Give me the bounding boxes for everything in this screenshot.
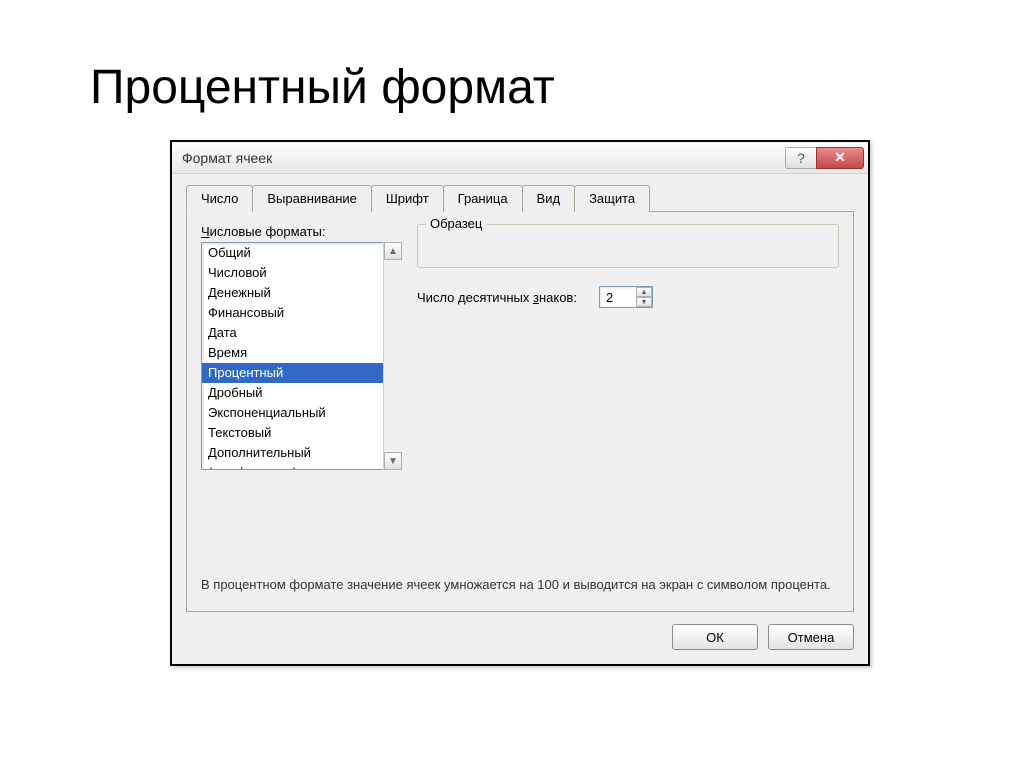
list-item[interactable]: Экспоненциальный <box>202 403 400 423</box>
dialog-buttons: ОК Отмена <box>186 624 854 650</box>
decimal-places-row: Число десятичных знаков: ▲ ▼ <box>417 286 839 308</box>
tab-border[interactable]: Граница <box>443 185 523 212</box>
decimal-places-label: Число десятичных знаков: <box>417 290 577 305</box>
help-button[interactable]: ? <box>785 147 817 169</box>
tab-font[interactable]: Шрифт <box>371 185 444 212</box>
close-icon: ✕ <box>834 149 846 166</box>
tab-content: Числовые форматы: ОбщийЧисловойДенежныйФ… <box>186 212 854 612</box>
left-panel: Числовые форматы: ОбщийЧисловойДенежныйФ… <box>201 224 401 470</box>
dialog-title: Формат ячеек <box>182 150 272 166</box>
list-item[interactable]: Дробный <box>202 383 400 403</box>
tab-protection[interactable]: Защита <box>574 185 650 212</box>
tab-alignment[interactable]: Выравнивание <box>252 185 371 212</box>
titlebar-buttons: ? ✕ <box>785 147 864 169</box>
dialog-body: Число Выравнивание Шрифт Граница Вид Защ… <box>172 174 868 664</box>
list-item[interactable]: Финансовый <box>202 303 400 323</box>
list-item[interactable]: Время <box>202 343 400 363</box>
decimal-places-spinner[interactable]: ▲ ▼ <box>599 286 653 308</box>
sample-label: Образец <box>426 216 486 231</box>
list-item[interactable]: Процентный <box>202 363 400 383</box>
decimal-places-input[interactable] <box>600 288 636 307</box>
category-listbox[interactable]: ОбщийЧисловойДенежныйФинансовыйДатаВремя… <box>201 242 401 470</box>
scroll-down-button[interactable]: ▼ <box>384 452 402 470</box>
right-panel: Образец Число десятичных знаков: ▲ ▼ <box>417 224 839 470</box>
list-item[interactable]: Текстовый <box>202 423 400 443</box>
spinner-down-button[interactable]: ▼ <box>636 297 652 307</box>
list-item[interactable]: Денежный <box>202 283 400 303</box>
scrollbar[interactable]: ▲ ▼ <box>383 242 401 470</box>
slide-title: Процентный формат <box>90 60 555 115</box>
scroll-up-button[interactable]: ▲ <box>384 242 402 260</box>
tabs: Число Выравнивание Шрифт Граница Вид Защ… <box>186 184 854 212</box>
list-item[interactable]: Общий <box>202 243 400 263</box>
category-label: Числовые форматы: <box>201 224 401 239</box>
list-item[interactable]: Дата <box>202 323 400 343</box>
dialog-window: Формат ячеек ? ✕ Число Выравнивание Шриф… <box>170 140 870 666</box>
tab-number[interactable]: Число <box>186 185 253 212</box>
list-item[interactable]: Дополнительный <box>202 443 400 463</box>
titlebar: Формат ячеек ? ✕ <box>172 142 868 174</box>
list-item[interactable]: (все форматы) <box>202 463 400 470</box>
sample-group: Образец <box>417 224 839 268</box>
spinner-up-button[interactable]: ▲ <box>636 287 652 297</box>
ok-button[interactable]: ОК <box>672 624 758 650</box>
cancel-button[interactable]: Отмена <box>768 624 854 650</box>
format-description: В процентном формате значение ячеек умно… <box>201 576 839 593</box>
close-button[interactable]: ✕ <box>816 147 864 169</box>
list-item[interactable]: Числовой <box>202 263 400 283</box>
tab-view[interactable]: Вид <box>522 185 576 212</box>
help-icon: ? <box>797 150 805 166</box>
